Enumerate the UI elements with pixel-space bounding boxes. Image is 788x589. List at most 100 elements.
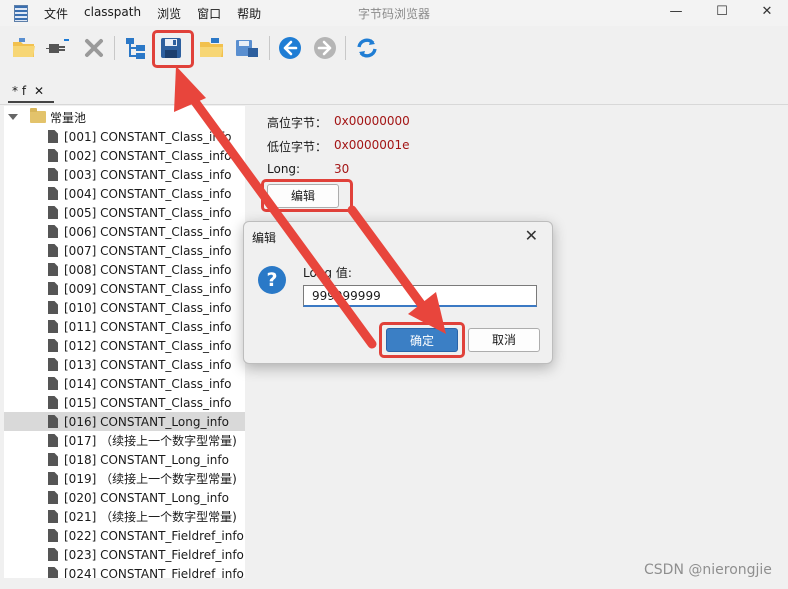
tree-item[interactable]: [005] CONSTANT_Class_info [4,203,245,222]
tree-item[interactable]: [008] CONSTANT_Class_info [4,260,245,279]
toolbar-separator [269,36,270,60]
folder-icon [30,108,46,123]
tree-item[interactable]: [016] CONSTANT_Long_info [4,412,245,431]
tab-bar: * f ✕ [0,70,788,104]
save-as-icon[interactable] [234,35,260,61]
tab-f[interactable]: * f ✕ [12,79,44,103]
document-icon [48,415,58,428]
back-arrow-icon[interactable] [277,35,303,61]
document-icon [48,301,58,314]
tree-icon[interactable] [123,35,149,61]
title-bar: 文件 classpath 浏览 窗口 帮助 字节码浏览器 — ☐ ✕ [0,0,788,26]
tree-item[interactable]: [004] CONSTANT_Class_info [4,184,245,203]
document-icon [48,396,58,409]
document-icon [48,548,58,561]
tree-item[interactable]: [010] CONSTANT_Class_info [4,298,245,317]
tree-item-label: [021] （续接上一个数字型常量) [64,510,237,524]
tree-item[interactable]: [020] CONSTANT_Long_info [4,488,245,507]
tree-item[interactable]: [011] CONSTANT_Class_info [4,317,245,336]
long-value: 30 [334,162,350,176]
tree-item[interactable]: [022] CONSTANT_Fieldref_info [4,526,245,545]
tree-item-label: [019] （续接上一个数字型常量) [64,472,237,486]
tree-item-label: [014] CONSTANT_Class_info [64,376,232,391]
tree-item-label: [004] CONSTANT_Class_info [64,186,232,201]
dialog-close-icon[interactable]: ✕ [525,226,538,245]
tree-item[interactable]: [024] CONSTANT_Fieldref_info [4,564,245,578]
tree-item-label: [006] CONSTANT_Class_info [64,224,232,239]
save-highlight-box [152,30,194,68]
open-dir-icon[interactable] [199,35,225,61]
document-icon [48,434,58,447]
tree-item[interactable]: [019] （续接上一个数字型常量) [4,469,245,488]
document-icon [48,529,58,542]
close-button[interactable]: ✕ [753,3,781,21]
tree-item[interactable]: [017] （续接上一个数字型常量) [4,431,245,450]
tree-item-label: [016] CONSTANT_Long_info [64,414,229,429]
document-icon [48,225,58,238]
document-icon [48,282,58,295]
tree-item[interactable]: [021] （续接上一个数字型常量) [4,507,245,526]
toolbar [0,26,788,70]
document-icon [48,149,58,162]
document-icon [48,358,58,371]
tree-item[interactable]: [014] CONSTANT_Class_info [4,374,245,393]
tree-item[interactable]: [007] CONSTANT_Class_info [4,241,245,260]
long-value-input[interactable]: 999999999 [303,285,537,307]
document-icon [48,491,58,504]
document-icon [48,377,58,390]
document-icon [48,472,58,485]
minimize-button[interactable]: — [662,3,690,21]
dialog-prompt: Long 值: [303,266,352,280]
document-icon [48,130,58,143]
open-folder-icon[interactable] [11,35,37,61]
question-icon: ? [258,266,286,294]
document-icon [48,320,58,333]
document-icon [48,206,58,219]
document-icon [48,453,58,466]
toolbar-separator [345,36,346,60]
tree-root-constant-pool[interactable]: 常量池 [8,108,86,126]
tree-item-label: [018] CONSTANT_Long_info [64,452,229,467]
high-bytes-label: 高位字节： [267,116,328,130]
forward-arrow-icon[interactable] [312,35,338,61]
expand-caret-icon[interactable] [8,114,18,120]
close-x-icon[interactable] [81,35,107,61]
tree-item[interactable]: [002] CONSTANT_Class_info [4,146,245,165]
ok-highlight-box [379,322,465,358]
edit-dialog: 编辑 ✕ ? Long 值: 999999999 确定 取消 [243,221,553,364]
tab-close-icon[interactable]: ✕ [34,84,44,98]
document-icon [48,187,58,200]
low-bytes-label: 低位字节： [267,140,328,154]
document-icon [48,510,58,523]
tree-item-label: [023] CONSTANT_Fieldref_info [64,547,244,562]
tree-item[interactable]: [015] CONSTANT_Class_info [4,393,245,412]
tree-item-label: [015] CONSTANT_Class_info [64,395,232,410]
document-icon [48,567,58,578]
tree-item-label: [022] CONSTANT_Fieldref_info [64,528,244,543]
refresh-icon[interactable] [354,35,380,61]
tree-item[interactable]: [023] CONSTANT_Fieldref_info [4,545,245,564]
tree-item[interactable]: [013] CONSTANT_Class_info [4,355,245,374]
plug-icon[interactable] [45,35,71,61]
long-label: Long: [267,162,301,176]
tree-item-label: [003] CONSTANT_Class_info [64,167,232,182]
divider [0,104,788,105]
maximize-button[interactable]: ☐ [708,3,736,21]
tree-item[interactable]: [006] CONSTANT_Class_info [4,222,245,241]
tree-item[interactable]: [012] CONSTANT_Class_info [4,336,245,355]
cancel-button[interactable]: 取消 [468,328,540,352]
tree-item-label: [007] CONSTANT_Class_info [64,243,232,258]
watermark: CSDN @nierongjie [644,562,772,578]
tree-item-label: [008] CONSTANT_Class_info [64,262,232,277]
tab-underline [8,101,54,103]
tree-item[interactable]: [009] CONSTANT_Class_info [4,279,245,298]
constant-pool-tree[interactable]: 常量池 [001] CONSTANT_Class_info [002] CONST… [4,106,245,578]
tree-item[interactable]: [018] CONSTANT_Long_info [4,450,245,469]
tree-item-label: [017] （续接上一个数字型常量) [64,434,237,448]
tree-item[interactable]: [001] CONSTANT_Class_info [4,127,245,146]
edit-highlight-box [261,179,353,212]
tree-item-label: [013] CONSTANT_Class_info [64,357,232,372]
tree-item[interactable]: [003] CONSTANT_Class_info [4,165,245,184]
tree-item-label: [009] CONSTANT_Class_info [64,281,232,296]
tree-item-label: [012] CONSTANT_Class_info [64,338,232,353]
